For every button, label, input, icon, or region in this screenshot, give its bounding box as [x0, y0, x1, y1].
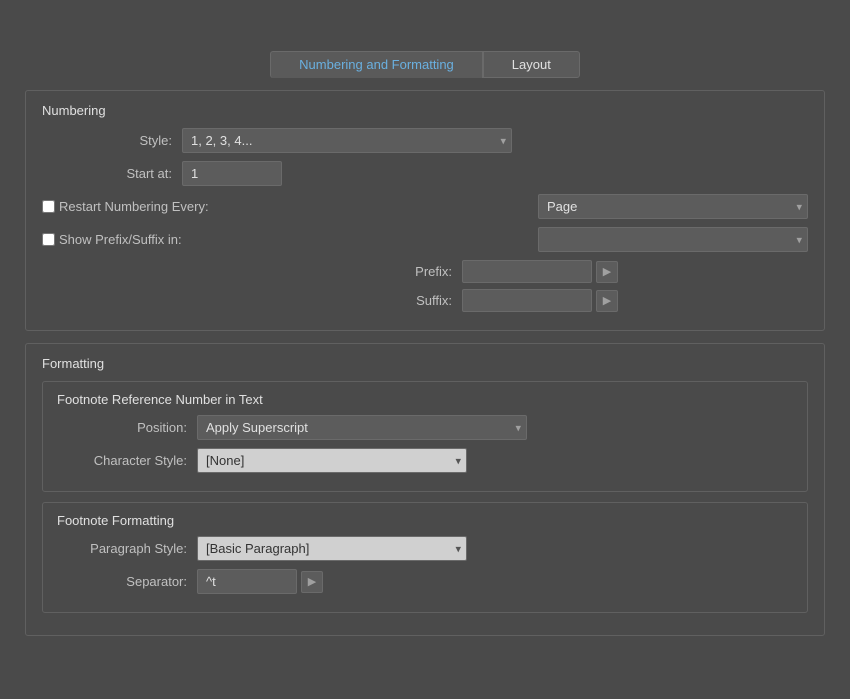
style-dropdown[interactable]: 1, 2, 3, 4... a, b, c... A, B, C... i, i… — [182, 128, 512, 153]
position-row: Position: Apply Superscript Normal Subsc… — [57, 415, 793, 440]
start-at-input[interactable] — [182, 161, 282, 186]
separator-row: Separator: ▶ — [57, 569, 793, 594]
char-style-label: Character Style: — [57, 453, 197, 468]
style-label: Style: — [42, 133, 182, 148]
char-style-row: Character Style: [None] — [57, 448, 793, 473]
show-prefix-checkbox[interactable] — [42, 233, 55, 246]
paragraph-style-dropdown-wrapper: [Basic Paragraph] — [197, 536, 467, 561]
footnote-ref-subsection: Footnote Reference Number in Text Positi… — [42, 381, 808, 492]
restart-numbering-label: Restart Numbering Every: — [59, 199, 209, 214]
show-prefix-dropdown[interactable] — [538, 227, 808, 252]
suffix-input[interactable] — [462, 289, 592, 312]
restart-numbering-right: Page Section Document — [538, 194, 808, 219]
style-row: Style: 1, 2, 3, 4... a, b, c... A, B, C.… — [42, 128, 808, 153]
restart-numbering-checkbox[interactable] — [42, 200, 55, 213]
dialog-container: Numbering and Formatting Layout Numberin… — [15, 41, 835, 658]
tab-numbering-formatting[interactable]: Numbering and Formatting — [270, 51, 483, 78]
char-style-dropdown-wrapper: [None] — [197, 448, 467, 473]
numbering-section: Numbering Style: 1, 2, 3, 4... a, b, c..… — [25, 90, 825, 331]
suffix-label: Suffix: — [402, 293, 462, 308]
char-style-dropdown[interactable]: [None] — [197, 448, 467, 473]
position-label: Position: — [57, 420, 197, 435]
formatting-section: Formatting Footnote Reference Number in … — [25, 343, 825, 636]
start-at-row: Start at: — [42, 161, 808, 186]
formatting-title: Formatting — [42, 356, 808, 371]
tab-bar: Numbering and Formatting Layout — [25, 51, 825, 78]
suffix-arrow-button[interactable]: ▶ — [596, 290, 618, 312]
show-prefix-dropdown-wrapper — [538, 227, 808, 252]
paragraph-style-row: Paragraph Style: [Basic Paragraph] — [57, 536, 793, 561]
prefix-label: Prefix: — [402, 264, 462, 279]
show-prefix-label: Show Prefix/Suffix in: — [59, 232, 182, 247]
numbering-title: Numbering — [42, 103, 808, 118]
restart-every-dropdown-wrapper: Page Section Document — [538, 194, 808, 219]
footnote-formatting-title: Footnote Formatting — [57, 513, 793, 528]
separator-arrow-button[interactable]: ▶ — [301, 571, 323, 593]
separator-label: Separator: — [57, 574, 197, 589]
suffix-row: Suffix: ▶ — [42, 289, 808, 312]
show-prefix-left: Show Prefix/Suffix in: — [42, 232, 538, 247]
tab-layout[interactable]: Layout — [483, 51, 580, 78]
position-dropdown[interactable]: Apply Superscript Normal Subscript Super… — [197, 415, 527, 440]
show-prefix-row: Show Prefix/Suffix in: — [42, 227, 808, 252]
separator-input[interactable] — [197, 569, 297, 594]
show-prefix-right — [538, 227, 808, 252]
restart-numbering-left: Restart Numbering Every: — [42, 199, 538, 214]
paragraph-style-label: Paragraph Style: — [57, 541, 197, 556]
footnote-formatting-subsection: Footnote Formatting Paragraph Style: [Ba… — [42, 502, 808, 613]
restart-every-dropdown[interactable]: Page Section Document — [538, 194, 808, 219]
start-at-label: Start at: — [42, 166, 182, 181]
paragraph-style-dropdown[interactable]: [Basic Paragraph] — [197, 536, 467, 561]
prefix-row: Prefix: ▶ — [42, 260, 808, 283]
prefix-input[interactable] — [462, 260, 592, 283]
footnote-ref-title: Footnote Reference Number in Text — [57, 392, 793, 407]
prefix-arrow-button[interactable]: ▶ — [596, 261, 618, 283]
position-dropdown-wrapper: Apply Superscript Normal Subscript Super… — [197, 415, 527, 440]
style-dropdown-wrapper: 1, 2, 3, 4... a, b, c... A, B, C... i, i… — [182, 128, 512, 153]
restart-numbering-row: Restart Numbering Every: Page Section Do… — [42, 194, 808, 219]
